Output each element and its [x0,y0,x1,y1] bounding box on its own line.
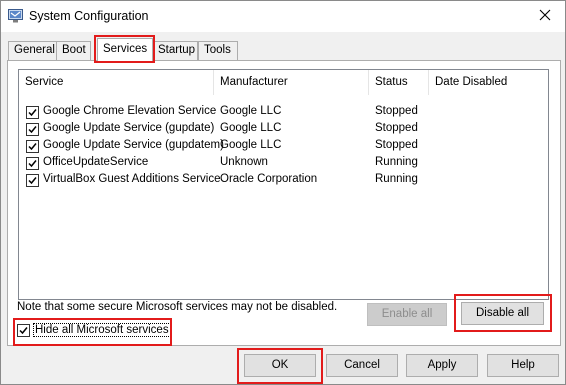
help-button[interactable]: Help [487,354,559,377]
service-name: OfficeUpdateService [43,156,149,168]
service-manufacturer: Unknown [220,156,268,168]
table-row[interactable]: Google Update Service (gupdatem) Google … [19,138,548,155]
enable-all-button[interactable]: Enable all [367,303,447,326]
system-config-icon [8,9,23,23]
check-mark-icon [19,327,28,335]
tab-services[interactable]: Services [97,38,153,61]
service-status: Stopped [375,122,418,134]
window-title: System Configuration [29,9,149,23]
tab-boot[interactable]: Boot [56,41,91,60]
tab-startup[interactable]: Startup [152,41,198,60]
service-name: Google Update Service (gupdatem) [43,139,224,151]
services-list[interactable]: Service Manufacturer Status Date Disable… [18,69,549,300]
service-checkbox[interactable] [26,106,39,119]
system-configuration-window: System Configuration General Boot Servic… [0,0,566,385]
service-checkbox[interactable] [26,123,39,136]
service-checkbox[interactable] [26,174,39,187]
check-mark-icon [28,126,37,134]
service-status: Stopped [375,139,418,151]
ok-button[interactable]: OK [244,354,316,377]
services-panel: Service Manufacturer Status Date Disable… [7,60,561,346]
column-header-status[interactable]: Status [369,70,429,95]
service-name: Google Chrome Elevation Service [43,105,217,117]
column-header-manufacturer[interactable]: Manufacturer [214,70,369,95]
check-mark-icon [28,160,37,168]
table-row[interactable]: VirtualBox Guest Additions Service Oracl… [19,172,548,189]
service-status: Running [375,173,418,185]
table-row[interactable]: Google Update Service (gupdate) Google L… [19,121,548,138]
service-status: Running [375,156,418,168]
title-bar[interactable]: System Configuration [1,1,565,32]
list-header: Service Manufacturer Status Date Disable… [19,70,548,95]
disable-all-button[interactable]: Disable all [461,302,544,325]
service-manufacturer: Oracle Corporation [220,173,318,185]
check-mark-icon [28,109,37,117]
hide-microsoft-services-label: Hide all Microsoft services [33,323,171,337]
service-status: Stopped [375,105,418,117]
service-manufacturer: Google LLC [220,139,282,151]
check-mark-icon [28,143,37,151]
service-manufacturer: Google LLC [220,122,282,134]
tab-tools[interactable]: Tools [198,41,238,60]
hide-microsoft-services-box[interactable] [17,324,30,337]
service-checkbox[interactable] [26,157,39,170]
close-button[interactable] [525,1,565,31]
column-header-service[interactable]: Service [19,70,214,95]
service-name: VirtualBox Guest Additions Service [43,173,221,185]
table-row[interactable]: Google Chrome Elevation Service Google L… [19,104,548,121]
secure-services-note: Note that some secure Microsoft services… [17,301,338,313]
service-name: Google Update Service (gupdate) [43,122,215,134]
close-icon [539,9,551,24]
service-manufacturer: Google LLC [220,105,282,117]
check-mark-icon [28,177,37,185]
table-row[interactable]: OfficeUpdateService Unknown Running [19,155,548,172]
tab-general[interactable]: General [8,41,57,60]
column-header-date-disabled[interactable]: Date Disabled [429,70,548,95]
apply-button[interactable]: Apply [406,354,478,377]
cancel-button[interactable]: Cancel [326,354,398,377]
service-checkbox[interactable] [26,140,39,153]
